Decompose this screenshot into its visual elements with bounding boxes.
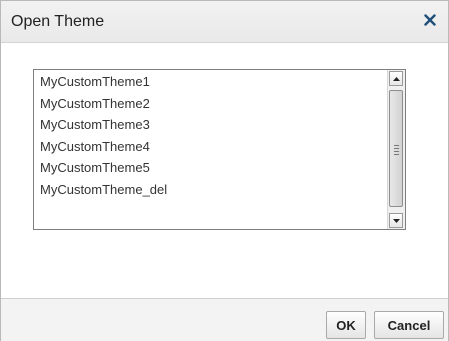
scrollbar-thumb[interactable] [389,90,403,207]
dialog-title: Open Theme [11,13,105,30]
scroll-down-button[interactable] [389,213,403,228]
list-item[interactable]: MyCustomTheme4 [34,136,387,158]
close-button[interactable] [420,9,440,31]
list-item[interactable]: MyCustomTheme3 [34,114,387,136]
scroll-up-arrow-icon [392,76,400,81]
open-theme-dialog: Open Theme MyCustomTheme1 MyCustomTheme2… [0,0,449,341]
list-item[interactable]: MyCustomTheme_del [34,179,387,201]
list-item[interactable]: MyCustomTheme5 [34,157,387,179]
dialog-footer: OK Cancel [1,298,448,341]
theme-list: MyCustomTheme1 MyCustomTheme2 MyCustomTh… [34,70,387,229]
ok-button[interactable]: OK [326,311,366,339]
close-icon [424,14,436,26]
cancel-button[interactable]: Cancel [374,311,444,339]
dialog-title-bar: Open Theme [1,1,448,43]
dialog-content: MyCustomTheme1 MyCustomTheme2 MyCustomTh… [1,43,448,298]
theme-listbox[interactable]: MyCustomTheme1 MyCustomTheme2 MyCustomTh… [33,69,406,230]
vertical-scrollbar[interactable] [387,70,405,229]
grip-icon [394,145,399,157]
list-item[interactable]: MyCustomTheme2 [34,93,387,115]
list-item[interactable]: MyCustomTheme1 [34,71,387,93]
scroll-down-arrow-icon [392,218,400,223]
scroll-up-button[interactable] [389,71,403,86]
